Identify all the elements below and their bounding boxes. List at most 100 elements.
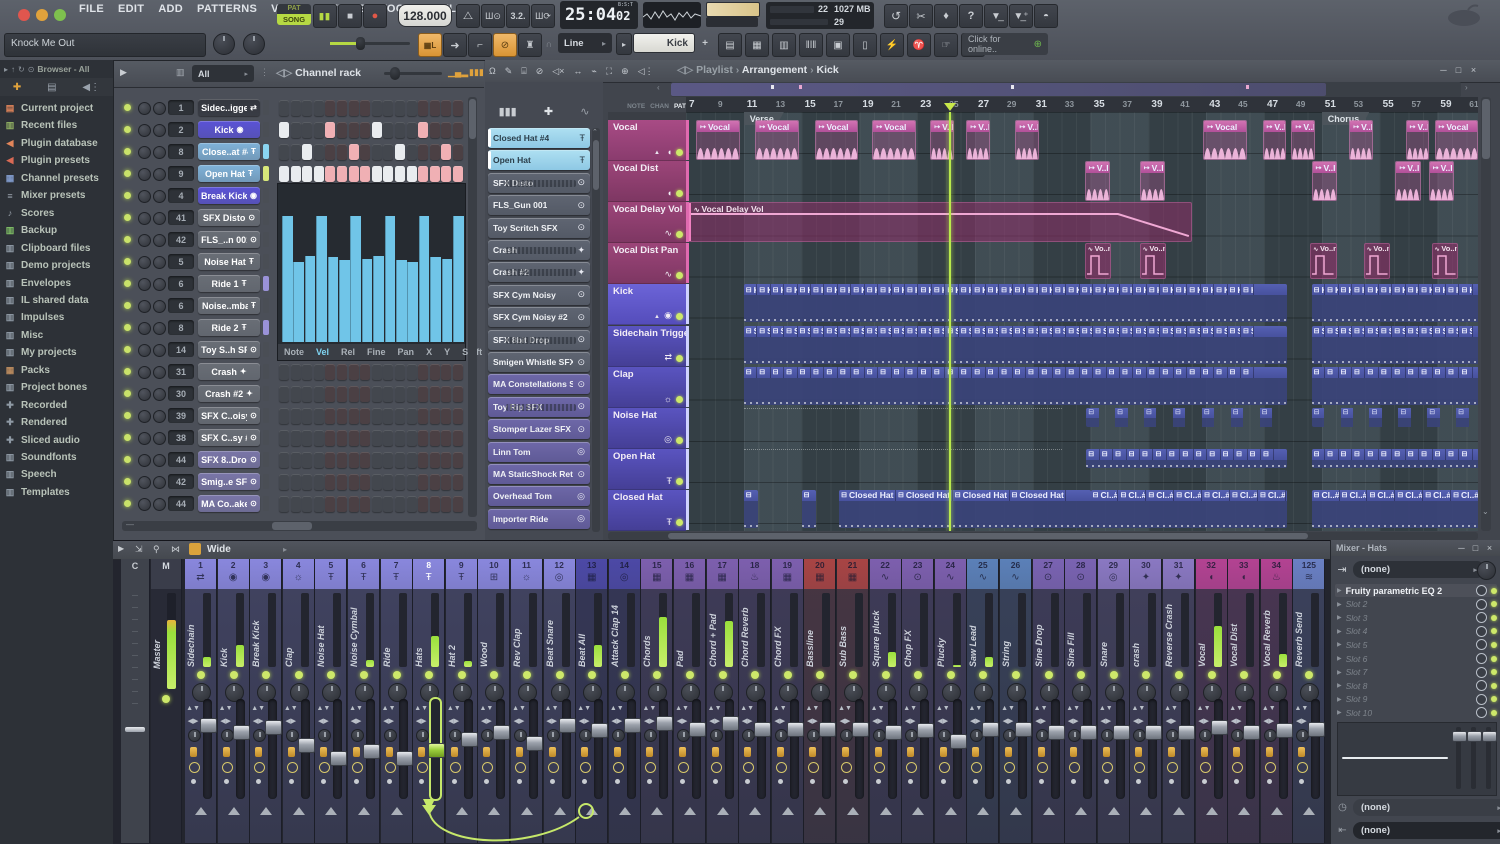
playlist-tab-pat[interactable]: PAT [674, 103, 686, 110]
route-arrow-icon[interactable] [488, 807, 501, 815]
strip-clock-icon[interactable] [221, 762, 233, 773]
strip-updown-icon[interactable]: ▲▼ [576, 705, 592, 712]
channel-volume-knob[interactable] [153, 322, 166, 335]
channel-button-sfx-disto[interactable]: SFX Disto ⊙ [198, 209, 260, 226]
strip-pan-icon[interactable]: ◀▶ [446, 717, 462, 725]
strip-pan-icon[interactable]: ◀▶ [1261, 717, 1277, 725]
step-cell[interactable] [453, 363, 463, 380]
step-cell[interactable] [337, 429, 347, 446]
slot-name[interactable]: Fruity parametric EQ 2 [1346, 586, 1472, 596]
loop-record-icon[interactable]: Ш⟳ [531, 4, 555, 28]
route-arrow-icon[interactable] [553, 807, 566, 815]
strip-fader-track[interactable] [463, 699, 473, 799]
slot-mix-knob[interactable] [1476, 707, 1487, 719]
step-cell[interactable] [441, 363, 452, 380]
strip-pan-icon[interactable]: ◀▶ [641, 717, 657, 725]
strip-mute-switch[interactable] [1135, 747, 1143, 757]
graph-tab-rel[interactable]: Rel [335, 344, 361, 360]
pattern-mini-clip[interactable]: ⊟ [1115, 407, 1128, 427]
strip-name[interactable]: Ride [382, 593, 395, 667]
step-cell[interactable] [348, 121, 359, 138]
strip-name[interactable]: Wood [479, 593, 492, 667]
strip-mute-switch[interactable] [972, 747, 980, 757]
step-cell[interactable] [383, 363, 394, 380]
graph-tab-y[interactable]: Y [438, 344, 456, 360]
step-cell[interactable] [429, 143, 440, 160]
velocity-bar[interactable] [316, 215, 327, 342]
strip-led[interactable] [425, 671, 434, 679]
strip-led[interactable] [1175, 671, 1183, 679]
strip-clock-icon[interactable] [189, 762, 200, 773]
save-icon[interactable]: ▼̲ [984, 4, 1008, 28]
strip-name[interactable]: Kick [219, 593, 232, 667]
strip-clock-icon[interactable] [1264, 762, 1276, 773]
timeline-bar-number[interactable]: 59 [1440, 99, 1451, 110]
step-cell[interactable] [302, 451, 313, 468]
step-cell[interactable] [337, 385, 347, 402]
graph-tab-x[interactable]: X [420, 344, 438, 360]
channel-pan-knob[interactable] [138, 168, 151, 181]
channel-enable-led[interactable] [124, 456, 131, 463]
strip-pan-knob[interactable] [872, 729, 886, 742]
strip-updown-icon[interactable]: ▲▼ [250, 705, 266, 712]
pattern-clip[interactable]: ⊟Cl..#3⊟Cl..#3⊟Cl..#3⊟Cl..#3⊟Cl..#3⊟Cl..… [1090, 489, 1288, 528]
channel-enable-led[interactable] [124, 324, 131, 331]
channel-volume-knob[interactable] [153, 366, 166, 379]
strip-fader-handle[interactable] [1243, 725, 1261, 741]
step-cell[interactable] [418, 165, 429, 182]
strip-updown-icon[interactable]: ▲▼ [1261, 705, 1277, 712]
step-cell[interactable] [441, 451, 452, 468]
channel-button-crash-2[interactable]: Crash #2 ✦ [198, 385, 260, 402]
step-cell[interactable] [406, 363, 417, 380]
strip-name[interactable]: Clap [284, 593, 297, 667]
strip-updown-icon[interactable]: ▲▼ [348, 705, 364, 712]
strip-fader-track[interactable] [594, 699, 604, 799]
graph-tab-fine[interactable]: Fine [361, 344, 392, 360]
step-cell[interactable] [406, 121, 417, 138]
timeline-bar-number[interactable]: 17 [834, 99, 843, 109]
mixer-strip-vocal-reverb[interactable]: 34 ♨ Vocal Reverb ▲▼ ◀▶ [1260, 559, 1293, 843]
step-cell[interactable] [406, 385, 417, 402]
channel-pan-knob[interactable] [138, 190, 151, 203]
strip-clock-icon[interactable] [482, 762, 494, 773]
picker-tab-automation-icon[interactable]: ∿ [580, 105, 589, 118]
browser-item-recorded[interactable]: ✚ Recorded [4, 397, 111, 414]
route-arrow-icon[interactable] [358, 807, 370, 815]
mixer-strip-clap[interactable]: 4 ☼ Clap ▲▼ ◀▶ [282, 559, 315, 843]
strip-pan-icon[interactable]: ◀▶ [935, 717, 951, 725]
step-cell[interactable] [279, 407, 289, 424]
slot-mix-knob[interactable] [1476, 639, 1487, 651]
strip-mute-switch[interactable] [1168, 747, 1175, 757]
browser-item-rendered[interactable]: ✚ Rendered [4, 414, 111, 431]
step-cell[interactable] [429, 363, 440, 380]
strip-fader-track[interactable] [561, 699, 571, 799]
step-cell[interactable] [325, 385, 336, 402]
strip-pan-icon[interactable]: ◀▶ [1098, 717, 1114, 725]
mixer-minimize-icon[interactable]: ─ [1455, 543, 1468, 554]
strip-updown-icon[interactable]: ▲▼ [1228, 705, 1244, 712]
strip-name[interactable]: Sine Drop [1034, 593, 1047, 667]
step-cell[interactable] [383, 473, 394, 490]
strip-pan-knob[interactable] [644, 729, 658, 742]
playlist-close-icon[interactable]: × [1467, 64, 1480, 75]
browser-item-recent-files[interactable]: ▥ Recent files [4, 117, 111, 134]
strip-led[interactable] [327, 671, 336, 679]
step-cell[interactable] [302, 143, 313, 160]
strip-led[interactable] [457, 671, 466, 679]
timeline-bar-number[interactable]: 15 [805, 99, 816, 110]
step-cell[interactable] [290, 407, 301, 424]
step-cell[interactable] [337, 495, 347, 512]
step-cell[interactable] [371, 451, 382, 468]
pattern-clip[interactable]: ⊟Cl..#3⊟Cl..#3⊟Cl..#3⊟Cl..#3⊟Cl..#3⊟Cl..… [1311, 489, 1478, 528]
eq-fader-1[interactable] [1452, 731, 1467, 742]
timeline-bar-number[interactable]: 35 [1094, 99, 1105, 110]
picker-item-linn-tom[interactable]: Linn Tom ◎ [488, 441, 590, 462]
step-cell[interactable] [383, 99, 394, 116]
step-cell[interactable] [313, 385, 324, 402]
strip-fader-track[interactable] [333, 699, 343, 799]
pattern-clip[interactable]: ⊟ Closed Hat ⊟ Closed Hat ⊟ Closed Hat ⊟ Closed… [839, 489, 1091, 528]
route-arrow-icon[interactable] [325, 807, 338, 815]
timeline-bar-number[interactable]: 11 [747, 99, 758, 110]
strip-updown-icon[interactable]: ▲▼ [902, 705, 918, 712]
velocity-graph[interactable] [280, 186, 464, 342]
